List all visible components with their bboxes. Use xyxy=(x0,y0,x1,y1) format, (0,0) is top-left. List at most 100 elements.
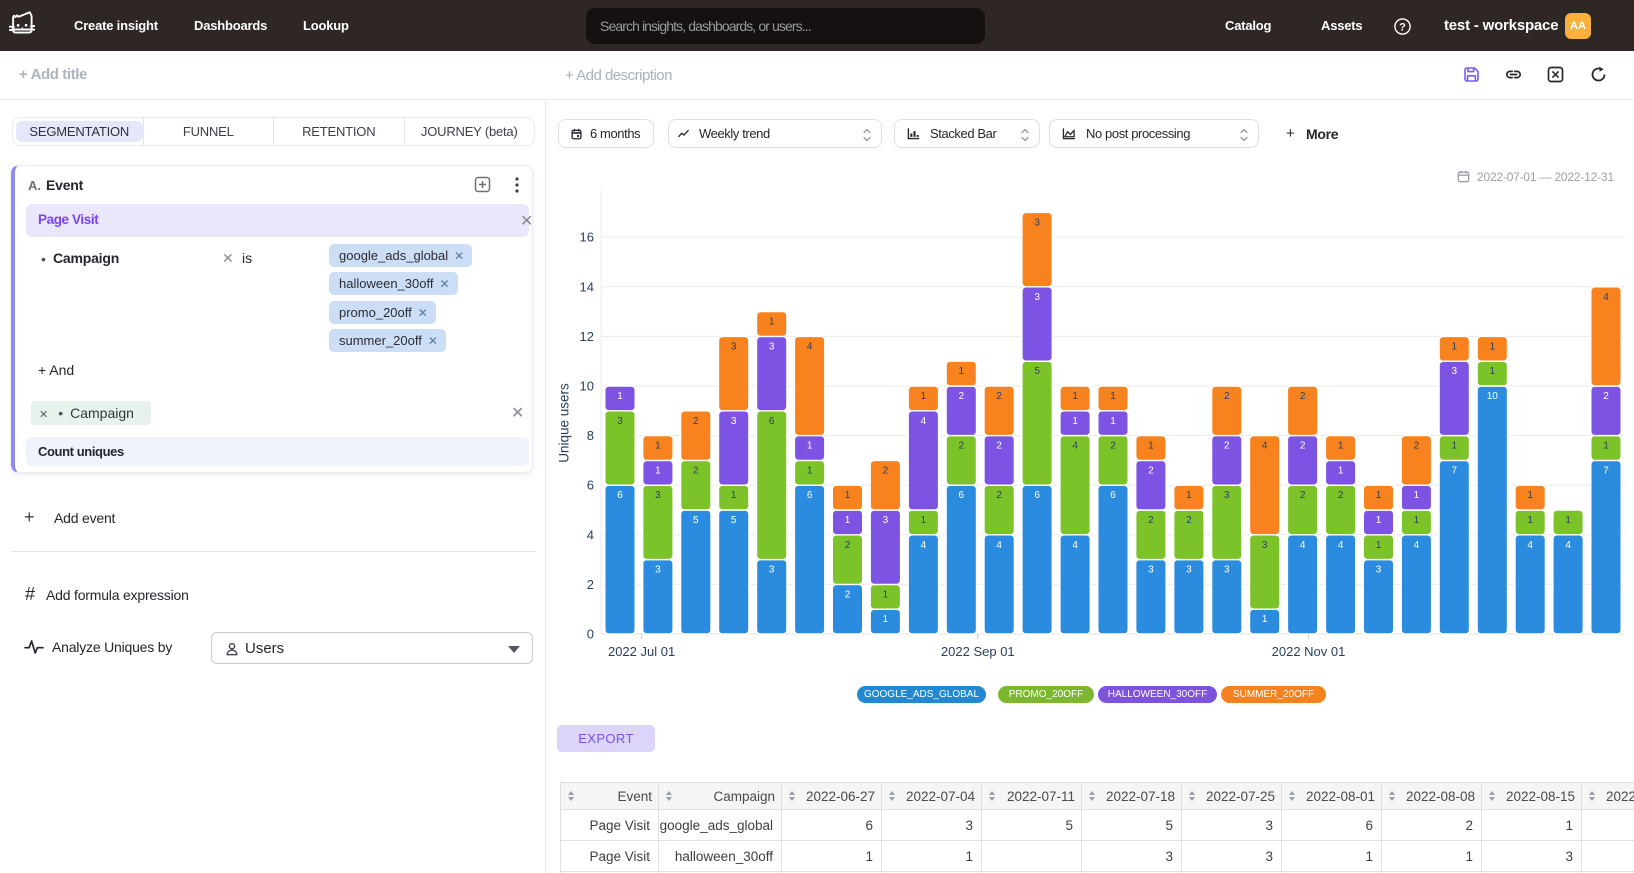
svg-text:2022 Nov 01: 2022 Nov 01 xyxy=(1272,644,1346,659)
svg-text:6: 6 xyxy=(587,478,594,493)
svg-text:Unique users: Unique users xyxy=(557,383,572,463)
svg-text:1: 1 xyxy=(1490,341,1496,352)
svg-text:12: 12 xyxy=(580,329,594,344)
svg-text:6: 6 xyxy=(1034,490,1040,501)
svg-text:1: 1 xyxy=(1414,515,1420,526)
svg-text:2: 2 xyxy=(845,540,851,551)
svg-text:1: 1 xyxy=(1490,366,1496,377)
svg-text:3: 3 xyxy=(883,515,889,526)
svg-text:2: 2 xyxy=(1224,441,1230,452)
svg-text:3: 3 xyxy=(1262,540,1268,551)
svg-text:1: 1 xyxy=(1110,391,1116,402)
svg-text:4: 4 xyxy=(1262,441,1268,452)
svg-text:1: 1 xyxy=(1527,490,1533,501)
svg-text:2022 Sep 01: 2022 Sep 01 xyxy=(941,644,1015,659)
svg-text:16: 16 xyxy=(580,230,594,245)
svg-text:2: 2 xyxy=(996,490,1002,501)
svg-text:4: 4 xyxy=(1300,540,1306,551)
svg-text:1: 1 xyxy=(845,490,851,501)
svg-text:1: 1 xyxy=(769,317,775,328)
svg-text:3: 3 xyxy=(769,565,775,576)
svg-text:3: 3 xyxy=(1148,565,1154,576)
svg-text:1: 1 xyxy=(1338,465,1344,476)
svg-text:4: 4 xyxy=(1072,441,1078,452)
svg-text:1: 1 xyxy=(731,490,737,501)
svg-text:10: 10 xyxy=(580,379,594,394)
svg-text:2: 2 xyxy=(1186,515,1192,526)
svg-text:3: 3 xyxy=(655,490,661,501)
svg-text:4: 4 xyxy=(921,540,927,551)
svg-text:1: 1 xyxy=(1072,391,1078,402)
svg-text:1: 1 xyxy=(1414,490,1420,501)
svg-text:2: 2 xyxy=(996,391,1002,402)
svg-text:2: 2 xyxy=(587,577,594,592)
svg-text:4: 4 xyxy=(807,341,813,352)
svg-text:3: 3 xyxy=(1034,217,1040,228)
svg-text:1: 1 xyxy=(1527,515,1533,526)
svg-text:4: 4 xyxy=(1603,292,1609,303)
svg-text:2: 2 xyxy=(883,465,889,476)
svg-text:1: 1 xyxy=(1452,441,1458,452)
svg-text:1: 1 xyxy=(1110,416,1116,427)
svg-text:5: 5 xyxy=(1034,366,1040,377)
svg-text:2: 2 xyxy=(1300,441,1306,452)
svg-text:3: 3 xyxy=(731,416,737,427)
svg-text:1: 1 xyxy=(1262,614,1268,625)
svg-text:2022 Jul 01: 2022 Jul 01 xyxy=(608,644,675,659)
svg-text:2: 2 xyxy=(1148,465,1154,476)
svg-text:2: 2 xyxy=(845,589,851,600)
svg-text:2: 2 xyxy=(693,465,699,476)
svg-text:6: 6 xyxy=(959,490,965,501)
svg-text:0: 0 xyxy=(587,627,594,642)
svg-text:6: 6 xyxy=(617,490,623,501)
svg-text:4: 4 xyxy=(1414,540,1420,551)
svg-text:2: 2 xyxy=(1224,391,1230,402)
svg-text:10: 10 xyxy=(1487,391,1499,402)
svg-text:1: 1 xyxy=(921,515,927,526)
svg-text:4: 4 xyxy=(1338,540,1344,551)
svg-text:6: 6 xyxy=(807,490,813,501)
svg-text:1: 1 xyxy=(959,366,965,377)
svg-text:6: 6 xyxy=(769,416,775,427)
svg-text:1: 1 xyxy=(807,441,813,452)
svg-text:2: 2 xyxy=(1300,391,1306,402)
svg-text:5: 5 xyxy=(731,515,737,526)
svg-text:7: 7 xyxy=(1603,465,1609,476)
svg-text:1: 1 xyxy=(883,614,889,625)
svg-text:1: 1 xyxy=(845,515,851,526)
svg-text:2: 2 xyxy=(959,441,965,452)
svg-text:2: 2 xyxy=(1300,490,1306,501)
svg-text:2: 2 xyxy=(1148,515,1154,526)
svg-text:1: 1 xyxy=(807,465,813,476)
svg-text:1: 1 xyxy=(1603,441,1609,452)
svg-text:2: 2 xyxy=(693,416,699,427)
svg-text:4: 4 xyxy=(921,416,927,427)
svg-text:4: 4 xyxy=(996,540,1002,551)
svg-text:2: 2 xyxy=(996,441,1002,452)
svg-text:3: 3 xyxy=(1186,565,1192,576)
svg-text:14: 14 xyxy=(580,279,594,294)
svg-text:6: 6 xyxy=(1110,490,1116,501)
svg-text:1: 1 xyxy=(1376,515,1382,526)
svg-text:2: 2 xyxy=(1414,441,1420,452)
svg-text:2: 2 xyxy=(1603,391,1609,402)
svg-text:8: 8 xyxy=(587,428,594,443)
svg-text:3: 3 xyxy=(731,341,737,352)
svg-text:1: 1 xyxy=(1072,416,1078,427)
svg-text:1: 1 xyxy=(617,391,623,402)
svg-text:2: 2 xyxy=(1110,441,1116,452)
svg-text:3: 3 xyxy=(617,416,623,427)
svg-text:7: 7 xyxy=(1452,465,1458,476)
svg-text:4: 4 xyxy=(1527,540,1533,551)
svg-text:3: 3 xyxy=(1376,565,1382,576)
svg-text:2: 2 xyxy=(959,391,965,402)
svg-text:1: 1 xyxy=(1565,515,1571,526)
svg-text:1: 1 xyxy=(655,465,661,476)
svg-text:1: 1 xyxy=(655,441,661,452)
svg-text:2: 2 xyxy=(1338,490,1344,501)
svg-text:1: 1 xyxy=(921,391,927,402)
svg-text:1: 1 xyxy=(883,589,889,600)
svg-text:1: 1 xyxy=(1186,490,1192,501)
svg-text:5: 5 xyxy=(693,515,699,526)
svg-text:4: 4 xyxy=(1072,540,1078,551)
